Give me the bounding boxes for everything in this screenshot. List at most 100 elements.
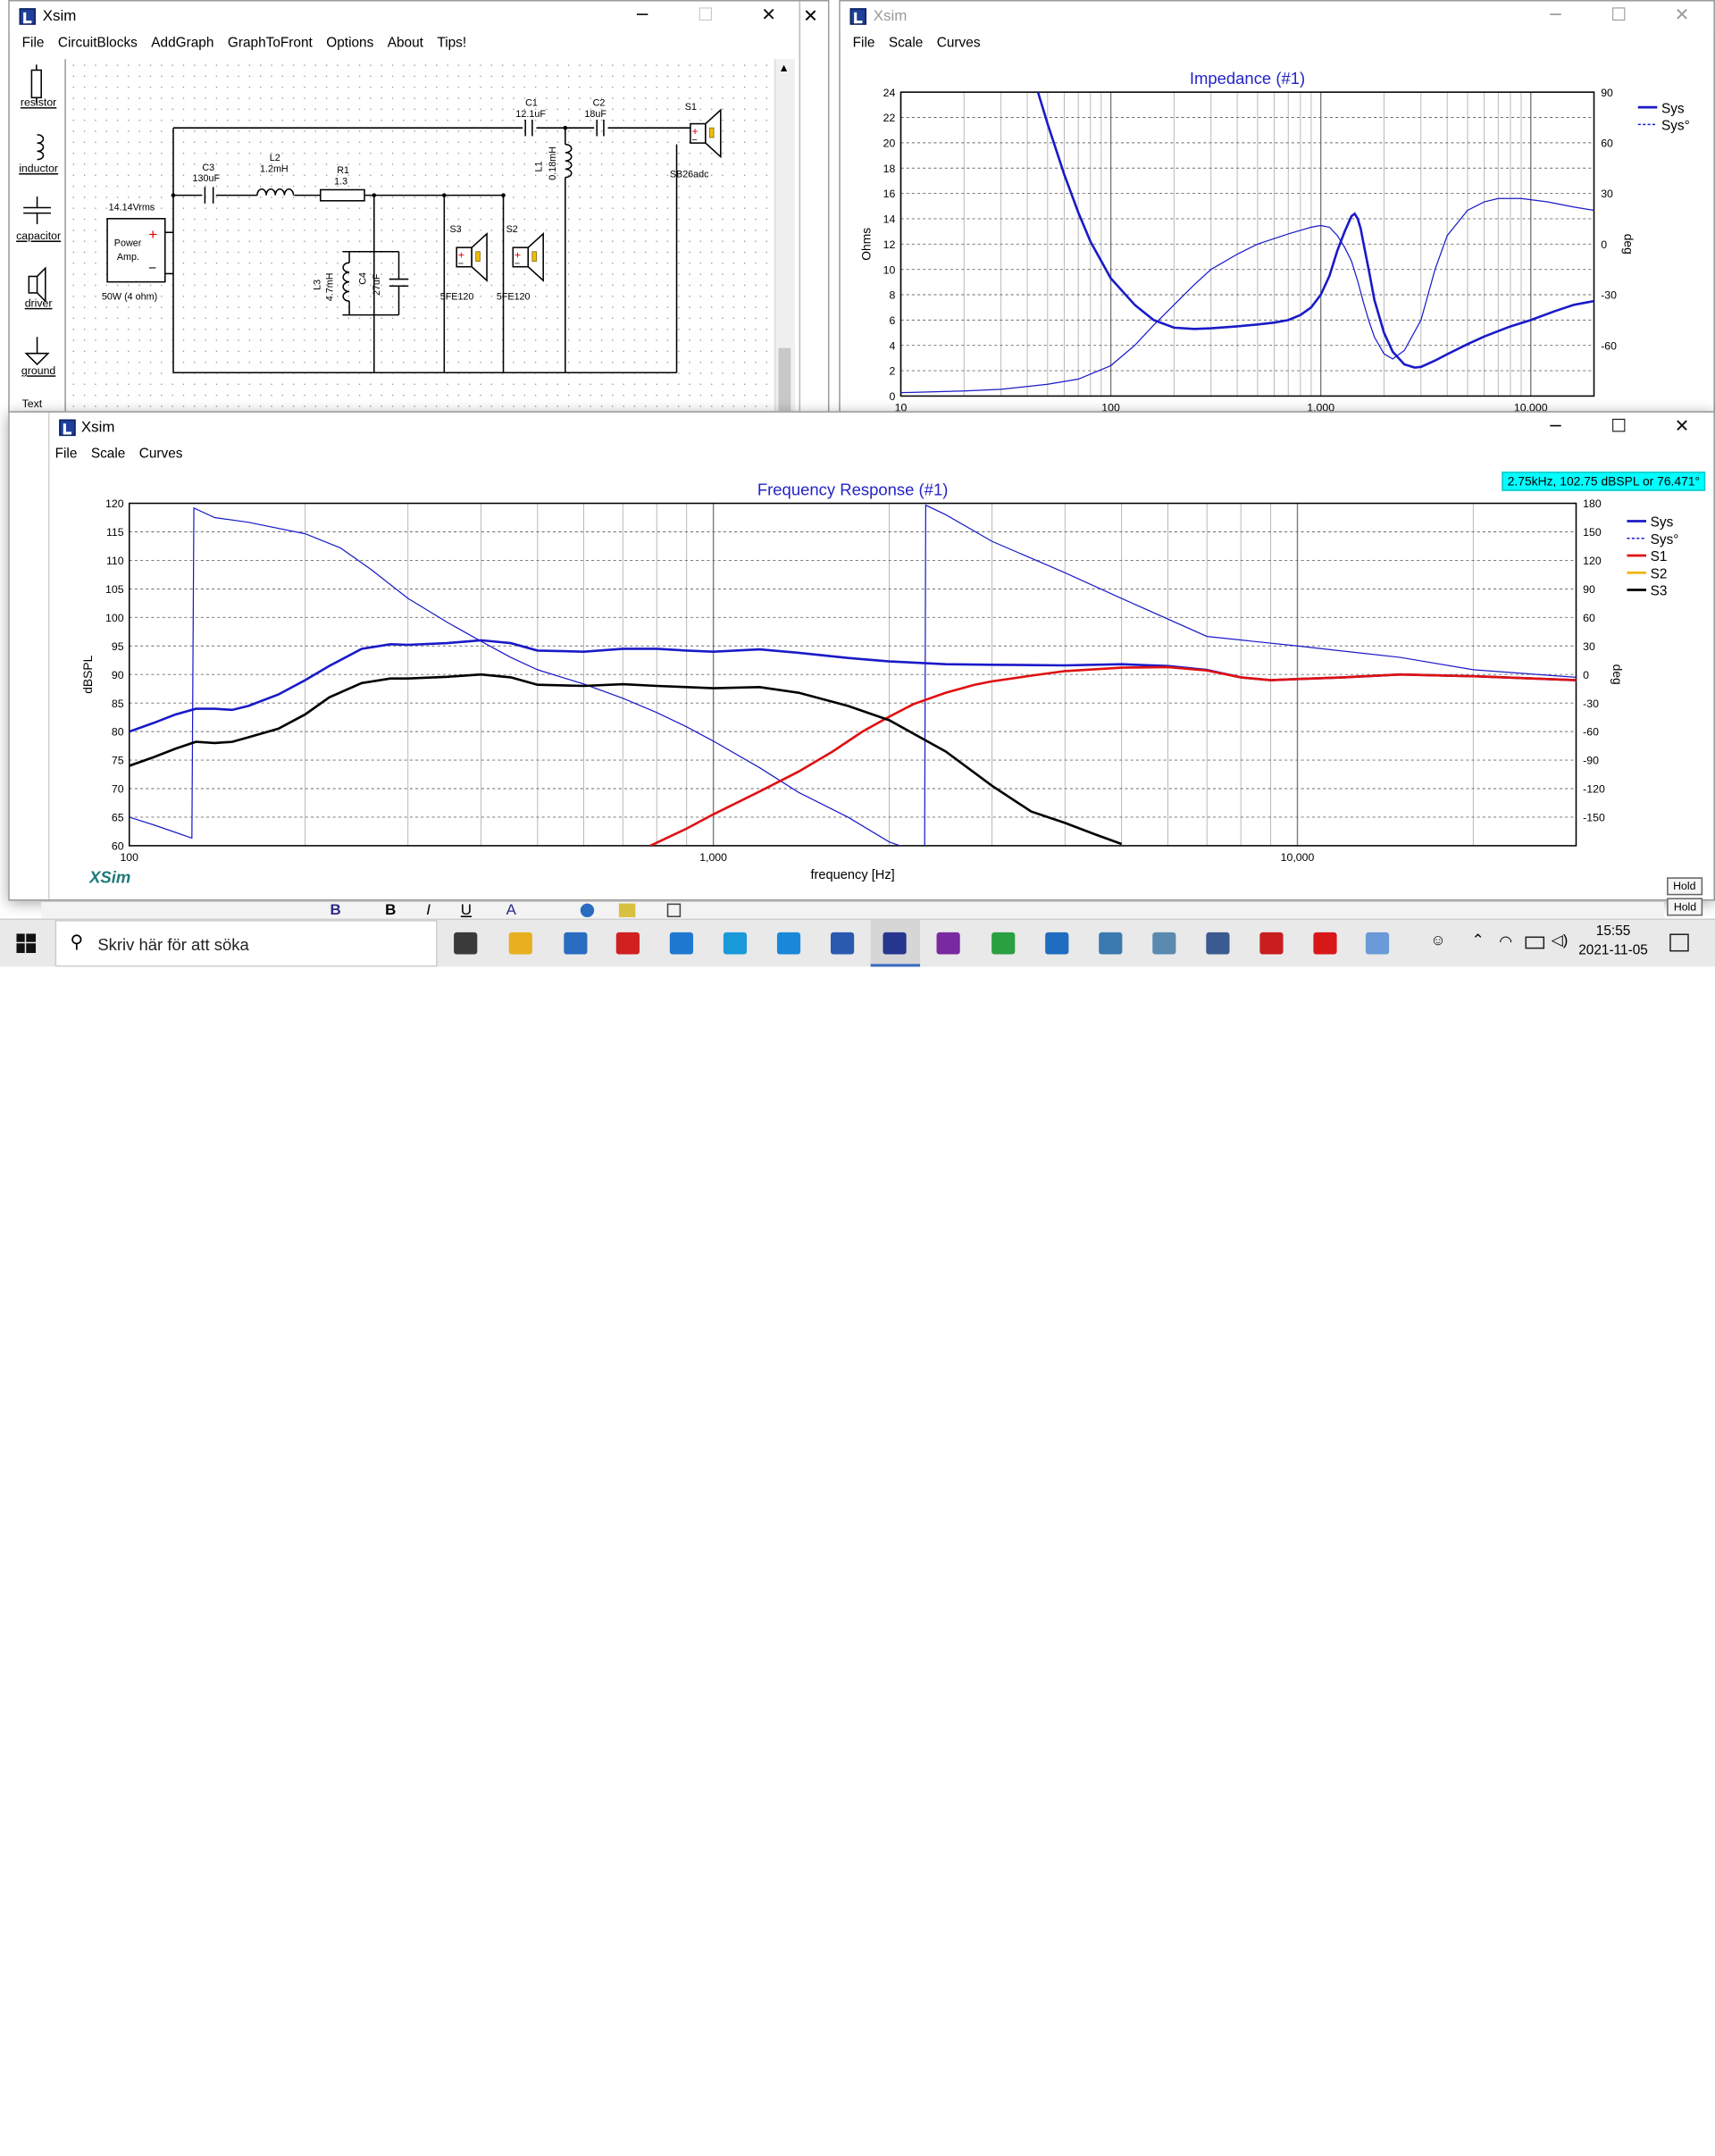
palette-driver-label[interactable]: driver	[13, 297, 65, 310]
file-explorer-icon[interactable]	[508, 932, 532, 955]
impedance-menu-scale[interactable]: Scale	[882, 31, 930, 57]
circuit-menu-addgraph[interactable]: AddGraph	[145, 31, 222, 57]
red-app-icon[interactable]	[1313, 932, 1337, 955]
grid-dot	[260, 185, 262, 188]
wifi-icon[interactable]: ◠	[1499, 932, 1512, 949]
close-button[interactable]: ✕	[737, 2, 800, 32]
circuit-menu-tips[interactable]: Tips!	[431, 31, 473, 57]
grid-dot	[314, 383, 316, 385]
scroll-thumb[interactable]	[778, 347, 791, 412]
frequency-titlebar[interactable]: Xsim ─ ☐ ✕	[9, 412, 1714, 443]
inductor-icon[interactable]	[37, 134, 45, 161]
chrome-icon[interactable]	[991, 932, 1016, 955]
maximize-button[interactable]: ☐	[673, 2, 737, 32]
impedance-menu-file[interactable]: File	[846, 31, 882, 57]
driver-s2[interactable]: +−	[512, 232, 544, 282]
word-icon[interactable]	[830, 932, 855, 955]
resistor-r1[interactable]	[319, 188, 365, 202]
impedance-chart[interactable]: Impedance (#1)02468101214161820222410 100…	[841, 59, 1715, 413]
grid-dot	[546, 251, 548, 254]
volume-icon[interactable]: ◁)	[1552, 931, 1569, 948]
task-view-icon[interactable]	[454, 932, 478, 955]
schematic-scrollbar[interactable]: ▲	[774, 59, 795, 412]
plot-area[interactable]	[129, 504, 1577, 856]
circuit-menu-about[interactable]: About	[381, 31, 431, 57]
people-icon[interactable]: ☺	[1430, 932, 1445, 948]
windows-start-icon[interactable]	[16, 933, 37, 954]
outer-close-icon[interactable]: ✕	[803, 7, 818, 28]
grid-dot	[314, 108, 316, 111]
photos-icon[interactable]	[1099, 932, 1123, 955]
grid-dot	[227, 405, 229, 407]
scroll-up-icon[interactable]: ▲	[778, 62, 789, 74]
palette-ground-label[interactable]: ground	[13, 364, 65, 377]
palette-text-label[interactable]: Text	[22, 397, 65, 410]
schematic-canvas[interactable]: + − + − + − + − C1 12.1uF C2 18uF S1 SB26adc C3 130uF L2…	[64, 59, 795, 413]
minimize-button[interactable]: ─	[1524, 413, 1587, 443]
grid-dot	[215, 317, 218, 320]
palette-capacitor-label[interactable]: capacitor	[13, 230, 65, 242]
close-button[interactable]: ✕	[1651, 2, 1714, 32]
tray-chevron-up-icon[interactable]: ⌃	[1471, 931, 1484, 948]
inductor-l1[interactable]	[565, 143, 573, 179]
taskbar-search-box[interactable]: ⚲ Skriv här för att söka	[54, 920, 438, 967]
frequency-menu-file[interactable]: File	[48, 443, 84, 469]
frequency-chart[interactable]: Frequency Response (#1)60657075808590951…	[48, 471, 1715, 901]
grid-dot	[600, 240, 603, 242]
edge-icon[interactable]	[723, 932, 748, 955]
battery-icon[interactable]	[1525, 936, 1545, 949]
schematic-drawing[interactable]: +−+−+−+−C112.1uFC218uFS1SB26adcC3130uFL2…	[66, 59, 795, 413]
series-line-sys-phase[interactable]	[129, 504, 1577, 856]
acrobat-icon[interactable]	[1259, 932, 1284, 955]
ground-icon[interactable]	[24, 337, 50, 366]
outlook-icon[interactable]	[1045, 932, 1069, 955]
driver-s1[interactable]: +−	[690, 108, 722, 159]
circuit-menu-options[interactable]: Options	[320, 31, 381, 57]
grid-dot	[116, 141, 119, 143]
calendar-app-icon[interactable]	[615, 932, 640, 955]
circuit-titlebar[interactable]: Xsim ─ ☐ ✕	[9, 1, 828, 32]
grid-dot	[370, 240, 372, 242]
circuit-window[interactable]: Xsim ─ ☐ ✕ ✕ File CircuitBlocks AddGraph Gr…	[8, 0, 830, 413]
hold-button[interactable]: Hold	[1666, 877, 1703, 896]
grid-dot	[523, 163, 526, 165]
plot-area[interactable]	[900, 92, 1594, 394]
taskbar-clock[interactable]: 15:55 2021-11-05	[1577, 924, 1649, 958]
capacitor-icon[interactable]	[23, 196, 51, 224]
paint-icon[interactable]	[1365, 932, 1390, 955]
legend-entry: S3	[1651, 584, 1668, 599]
grid-dot	[281, 87, 284, 88]
inductor-l3[interactable]	[342, 262, 350, 302]
series-line-sys[interactable]	[129, 639, 1577, 733]
grid-dot	[325, 119, 328, 121]
l-app-icon[interactable]	[776, 932, 801, 955]
label-s2: S2	[506, 224, 518, 235]
scanner-icon[interactable]	[1152, 932, 1176, 955]
palette-resistor-label[interactable]: resistor	[13, 96, 65, 109]
inductor-l2[interactable]	[256, 188, 295, 196]
minimize-button[interactable]: ─	[611, 2, 674, 32]
circuit-menu-file[interactable]: File	[15, 31, 51, 57]
hold-button-2[interactable]: Hold	[1667, 898, 1703, 916]
circuit-menu-circuitblocks[interactable]: CircuitBlocks	[51, 31, 144, 57]
impedance-titlebar[interactable]: Xsim ─ ☐ ✕	[840, 1, 1714, 32]
series-line-sys-phase[interactable]	[900, 197, 1594, 394]
series-line-s1[interactable]	[649, 665, 1577, 846]
frequency-menu-curves[interactable]: Curves	[132, 443, 189, 469]
palette-inductor-label[interactable]: inductor	[13, 163, 65, 175]
mail-icon[interactable]	[669, 932, 694, 955]
maximize-button[interactable]: ☐	[1587, 413, 1651, 443]
maximize-button[interactable]: ☐	[1587, 2, 1651, 32]
impedance-menu-curves[interactable]: Curves	[930, 31, 987, 57]
close-button[interactable]: ✕	[1651, 413, 1714, 443]
onenote-icon[interactable]	[936, 932, 960, 955]
frequency-menu-scale[interactable]: Scale	[84, 443, 132, 469]
impedance-window[interactable]: Xsim ─ ☐ ✕ File Scale Curves Impedance (#1…	[839, 0, 1715, 413]
rew-icon[interactable]	[1206, 932, 1230, 955]
store-icon[interactable]	[564, 932, 588, 955]
frequency-window[interactable]: Xsim ─ ☐ ✕ File Scale Curves Frequency Res…	[8, 411, 1715, 901]
driver-s3[interactable]: +−	[456, 232, 488, 282]
notification-icon[interactable]	[1669, 933, 1689, 952]
minimize-button[interactable]: ─	[1524, 2, 1587, 32]
circuit-menu-graphtofront[interactable]: GraphToFront	[221, 31, 319, 57]
